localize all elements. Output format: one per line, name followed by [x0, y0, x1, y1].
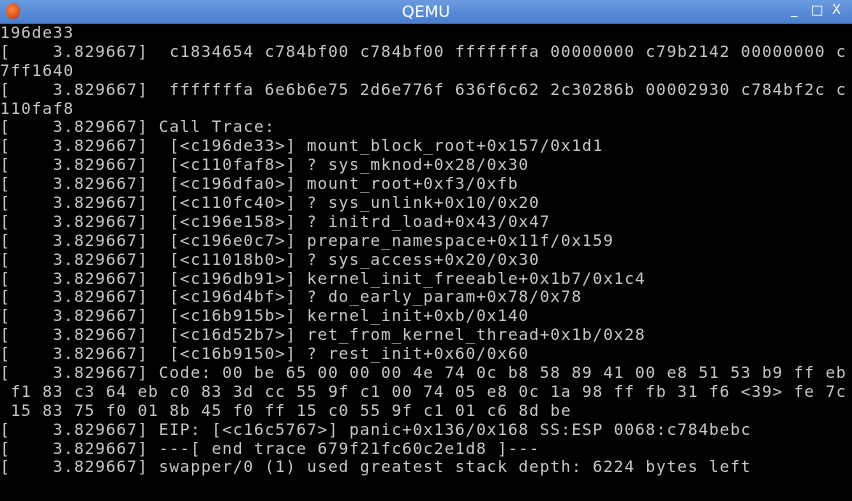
console-line: [ 3.829667] [<c196de33>] mount_block_roo…	[0, 136, 604, 156]
console-line: [ 3.829667] [<c196d4bf>] ? do_early_para…	[0, 287, 583, 307]
console-line: [ 3.829667] ---[ end trace 679f21fc60c2e…	[0, 438, 540, 458]
close-button[interactable]: X	[832, 3, 841, 18]
console-line: [ 3.829667] [<c196db91>] kernel_init_fre…	[0, 268, 646, 288]
console-line: [ 3.829667] [<c16d52b7>] ret_from_kernel…	[0, 325, 646, 345]
console-line: [ 3.829667] [<c16b9150>] ? rest_init+0x6…	[0, 344, 530, 364]
console-line: 7ff1640	[0, 60, 75, 80]
console-line: [ 3.829667] [<c16b915b>] kernel_init+0xb…	[0, 306, 530, 326]
console-line: [ 3.829667] fffffffa 6e6b6e75 2d6e776f 6…	[0, 79, 847, 99]
window-title: QEMU	[401, 2, 451, 21]
console-line: 110faf8	[0, 98, 75, 118]
console-line: [ 3.829667] EIP: [<c16c5767>] panic+0x13…	[0, 419, 752, 439]
console-screen[interactable]: 196de33[ 3.829667] c1834654 c784bf00 c78…	[0, 24, 852, 501]
minimize-button[interactable]: _	[791, 3, 798, 18]
console-line: [ 3.829667] [<c196e158>] ? initrd_load+0…	[0, 211, 551, 231]
console-line: [ 3.829667] c1834654 c784bf00 c784bf00 f…	[0, 41, 847, 61]
console-line: f1 83 c3 64 eb c0 83 3d cc 55 9f c1 00 7…	[0, 381, 847, 401]
console-line: [ 3.829667] swapper/0 (1) used greatest …	[0, 457, 752, 477]
console-line: [ 3.829667] [<c110fc40>] ? sys_unlink+0x…	[0, 193, 540, 213]
console-line: [ 3.829667] [<c196dfa0>] mount_root+0xf3…	[0, 174, 519, 194]
console-line: [ 3.829667] [<c11018b0>] ? sys_access+0x…	[0, 249, 540, 269]
window-titlebar[interactable]: QEMU _ □ X	[0, 0, 852, 24]
console-line: 196de33	[0, 24, 75, 42]
console-line: [ 3.829667] [<c196e0c7>] prepare_namespa…	[0, 230, 614, 250]
console-line: 15 83 75 f0 01 8b 45 f0 ff 15 c0 55 9f c…	[0, 400, 572, 420]
console-line: [ 3.829667] [<c110faf8>] ? sys_mknod+0x2…	[0, 155, 530, 175]
console-line: [ 3.829667] Call Trace:	[0, 117, 276, 137]
maximize-button[interactable]: □	[811, 3, 823, 18]
console-line: [ 3.829667] Code: 00 be 65 00 00 00 4e 7…	[0, 363, 847, 383]
